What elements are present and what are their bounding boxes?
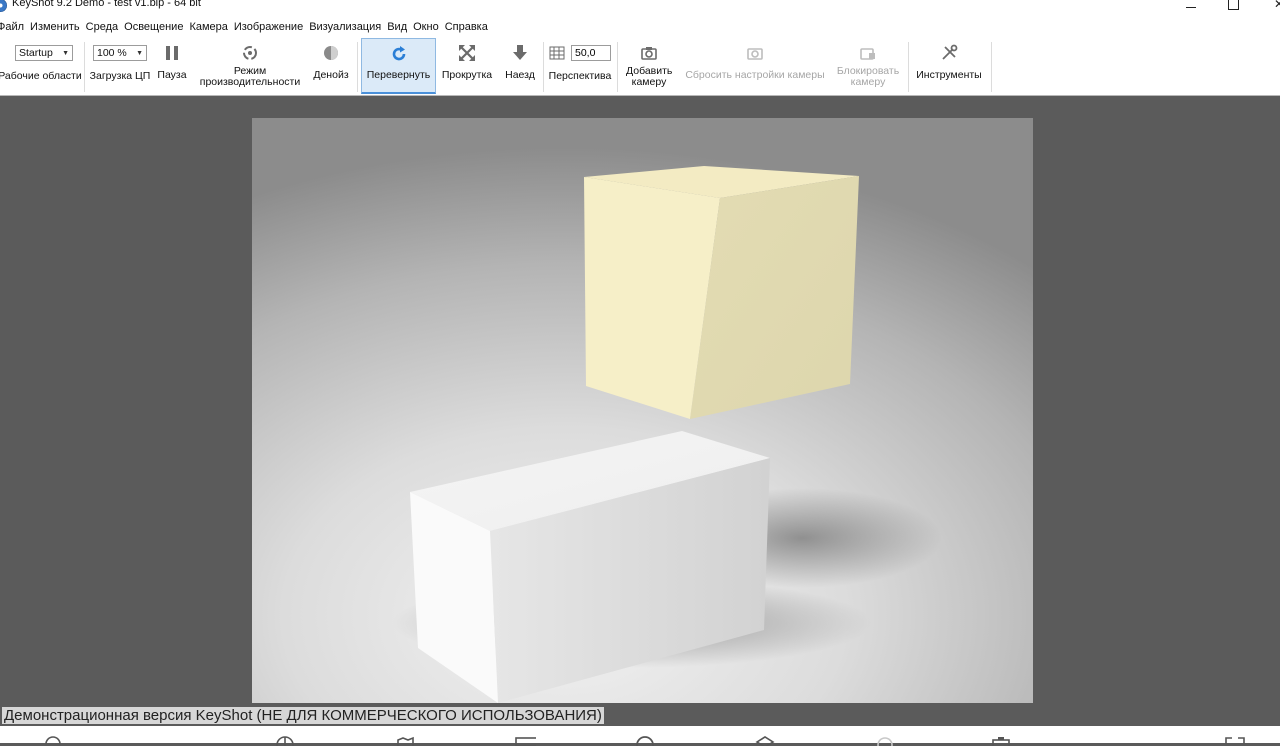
performance-mode-button[interactable]: Режим производительности (194, 38, 306, 94)
toolbar-divider (991, 42, 992, 92)
workspaces-group: Startup ▼ Рабочие области (0, 38, 82, 94)
add-camera-button[interactable]: Добавить камеру (619, 38, 679, 94)
realtime-viewport[interactable]: Демонстрационная версия KeyShot (НЕ ДЛЯ … (0, 96, 1280, 726)
pan-button[interactable]: Прокрутка (438, 38, 496, 94)
menu-lighting[interactable]: Освещение (121, 21, 186, 33)
chevron-down-icon: ▼ (136, 49, 143, 57)
cpu-usage-label: Загрузка ЦП (89, 70, 151, 82)
cpu-usage-dropdown[interactable]: 100 % ▼ (93, 45, 147, 61)
perspective-grid-icon (549, 46, 565, 60)
toolbar-divider (543, 42, 544, 92)
menu-view[interactable]: Вид (384, 21, 410, 33)
menu-bar: Файл Изменить Среда Освещение Камера Изо… (0, 16, 1280, 38)
arrow-down-icon (512, 40, 528, 66)
reset-camera-button[interactable]: Сбросить настройки камеры (681, 38, 829, 94)
menu-environment[interactable]: Среда (83, 21, 121, 33)
perspective-value: 50,0 (575, 47, 596, 59)
menu-image[interactable]: Изображение (231, 21, 306, 33)
library-icon[interactable] (274, 732, 296, 746)
tools-button[interactable]: Инструменты (910, 38, 988, 94)
keyshot-logo-icon (0, 0, 7, 12)
workspaces-dropdown[interactable]: Startup ▼ (15, 45, 73, 61)
denoise-icon (322, 40, 340, 66)
pause-icon (165, 40, 179, 66)
project-icon[interactable] (396, 732, 418, 746)
close-button[interactable] (1256, 0, 1280, 14)
toolbar-divider (357, 42, 358, 92)
demo-watermark: Демонстрационная версия KeyShot (НЕ ДЛЯ … (2, 707, 604, 724)
render-view[interactable] (252, 118, 1033, 703)
maximize-button[interactable] (1210, 0, 1256, 14)
fullscreen-icon[interactable] (1224, 732, 1246, 746)
menu-file[interactable]: Файл (0, 21, 27, 33)
toolbar: Startup ▼ Рабочие области 100 % ▼ Загруз… (0, 38, 1280, 96)
performance-mode-icon (241, 40, 259, 66)
animation-icon[interactable] (514, 732, 536, 746)
workspaces-label: Рабочие области (0, 70, 82, 82)
toolbar-divider (617, 42, 618, 92)
lock-camera-icon (859, 40, 877, 66)
add-camera-icon (640, 40, 658, 66)
screenshot-icon[interactable] (990, 732, 1012, 746)
dolly-button[interactable]: Наезд (500, 38, 540, 94)
rotate-icon (390, 41, 408, 67)
menu-render[interactable]: Визуализация (306, 21, 384, 33)
toolbar-divider (908, 42, 909, 92)
title-bar: KeyShot 9.2 Demo - test v1.bip - 64 bit (0, 0, 1280, 16)
denoise-button[interactable]: Денойз (308, 38, 354, 94)
cpu-usage-value: 100 % (97, 47, 127, 59)
pause-button[interactable]: Пауза (155, 38, 189, 94)
perspective-group: 50,0 Перспектива (545, 38, 615, 94)
menu-window[interactable]: Окно (410, 21, 442, 33)
tumble-button[interactable]: Перевернуть (361, 38, 436, 94)
toolbar-divider (84, 42, 85, 92)
render-icon[interactable] (754, 732, 776, 746)
cpu-usage-group: 100 % ▼ Загрузка ЦП (86, 38, 154, 94)
yellow-cube (584, 166, 859, 419)
disabled-tool-icon[interactable] (874, 732, 896, 746)
menu-camera[interactable]: Камера (186, 21, 230, 33)
workspaces-value: Startup (19, 47, 53, 59)
tools-icon (940, 40, 958, 66)
keyshotxr-icon[interactable] (634, 732, 656, 746)
scene-render (392, 166, 942, 703)
pan-icon (458, 40, 476, 66)
import-icon[interactable] (42, 732, 64, 746)
bottom-ribbon (0, 726, 1280, 746)
minimize-button[interactable] (1168, 0, 1214, 14)
window-title: KeyShot 9.2 Demo - test v1.bip - 64 bit (12, 0, 201, 9)
lock-camera-button[interactable]: Блокировать камеру (832, 38, 904, 94)
perspective-field[interactable]: 50,0 (571, 45, 611, 61)
perspective-label: Перспектива (548, 70, 612, 82)
chevron-down-icon: ▼ (62, 49, 69, 57)
menu-help[interactable]: Справка (442, 21, 491, 33)
reset-camera-icon (746, 40, 764, 66)
menu-edit[interactable]: Изменить (27, 21, 83, 33)
